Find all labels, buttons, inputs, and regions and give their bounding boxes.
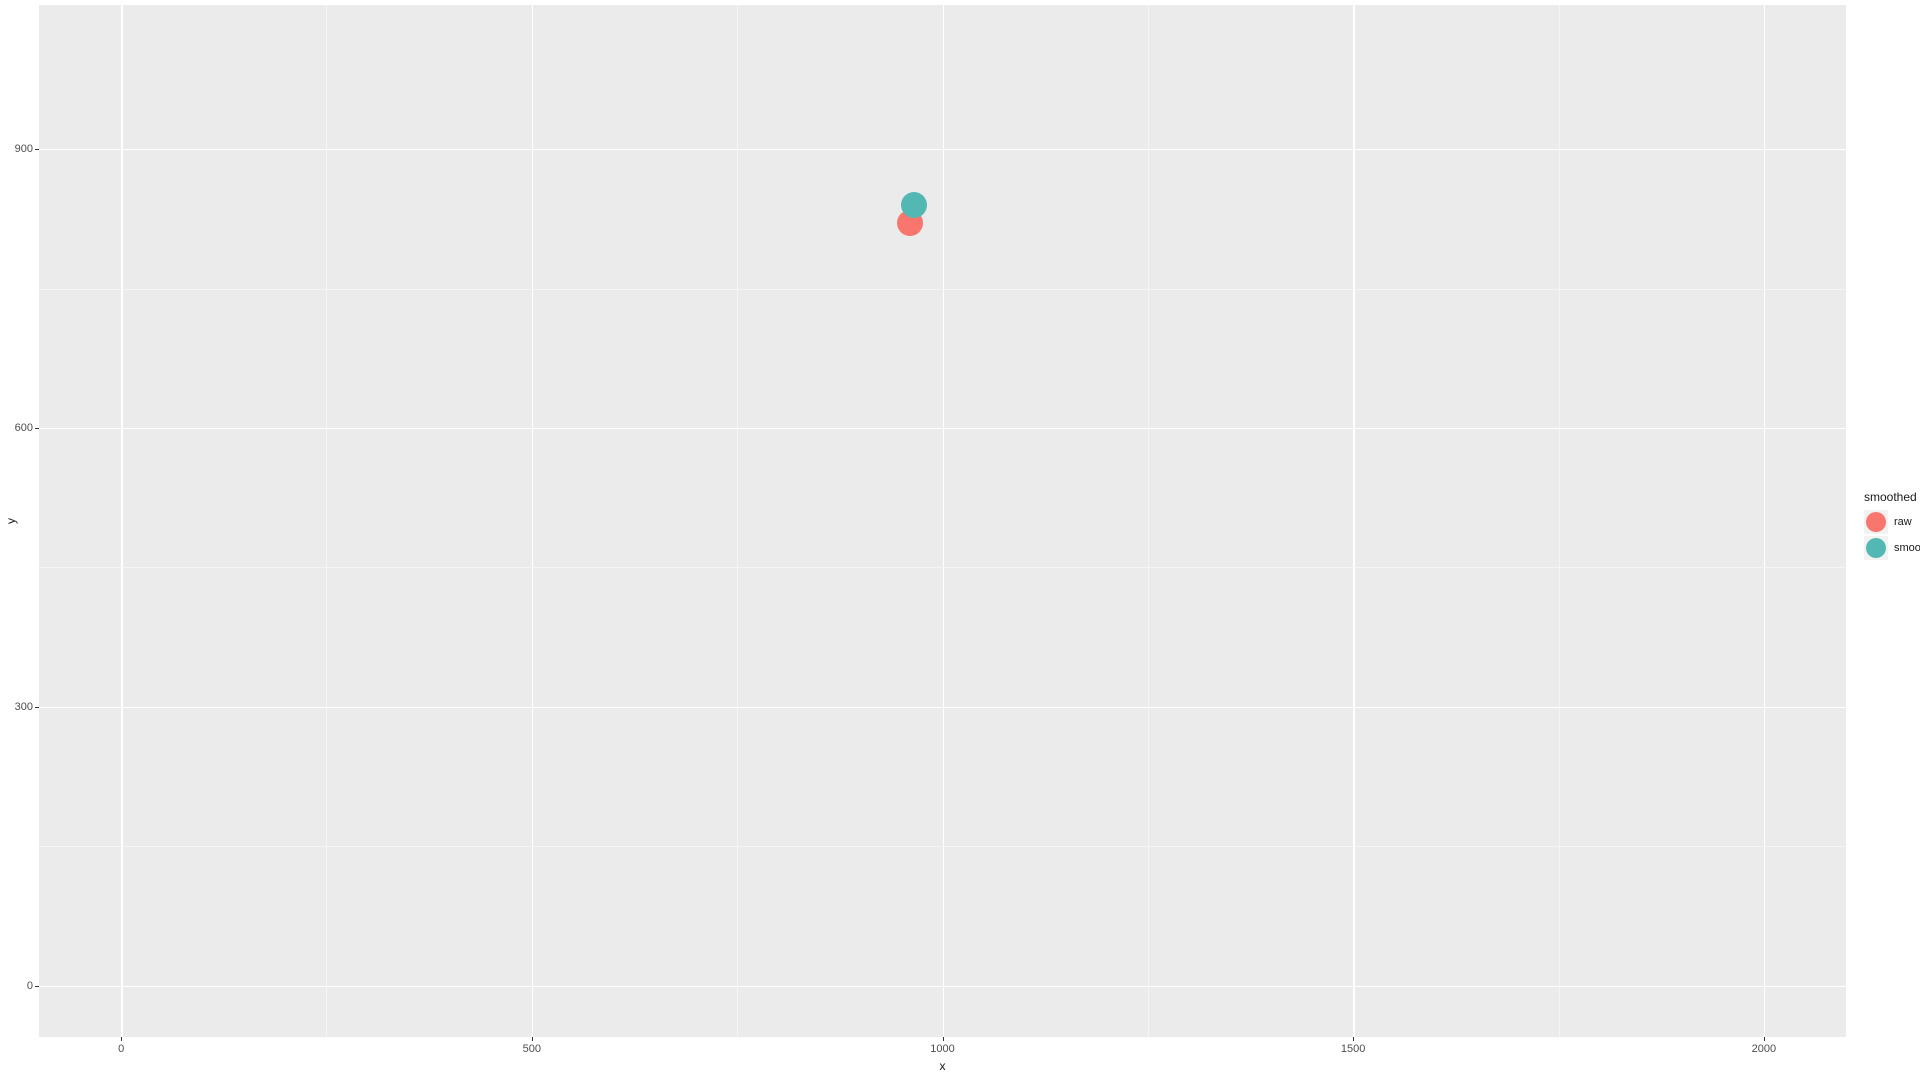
legend: smoothed raw smooth <box>1864 490 1920 562</box>
y-tick-label: 900 <box>15 143 33 155</box>
grid-minor-h <box>39 567 1846 568</box>
grid-minor-v <box>1559 5 1560 1037</box>
x-tick-label: 1500 <box>1341 1043 1365 1055</box>
y-tick-mark <box>35 986 39 987</box>
legend-dot-icon <box>1866 512 1886 532</box>
legend-label: smooth <box>1894 542 1920 554</box>
legend-title: smoothed <box>1864 490 1920 504</box>
grid-major-h <box>39 986 1846 987</box>
grid-major-v <box>1764 5 1765 1037</box>
grid-minor-h <box>39 846 1846 847</box>
legend-dot-icon <box>1866 538 1886 558</box>
grid-minor-v <box>737 5 738 1037</box>
data-point <box>901 192 927 218</box>
grid-minor-v <box>1148 5 1149 1037</box>
grid-major-v <box>532 5 533 1037</box>
grid-minor-v <box>326 5 327 1037</box>
legend-key <box>1864 536 1888 560</box>
y-tick-mark <box>35 428 39 429</box>
x-tick-mark <box>1764 1037 1765 1041</box>
y-tick-label: 300 <box>15 701 33 713</box>
x-tick-mark <box>943 1037 944 1041</box>
x-tick-mark <box>532 1037 533 1041</box>
x-axis-title: x <box>940 1059 946 1073</box>
y-axis-title: y <box>4 518 18 524</box>
legend-item: raw <box>1864 510 1920 534</box>
legend-item: smooth <box>1864 536 1920 560</box>
grid-major-h <box>39 707 1846 708</box>
legend-key <box>1864 510 1888 534</box>
plot-panel <box>39 5 1846 1037</box>
y-tick-mark <box>35 707 39 708</box>
grid-major-v <box>1353 5 1354 1037</box>
x-tick-label: 0 <box>118 1043 124 1055</box>
y-tick-label: 0 <box>27 980 33 992</box>
x-tick-mark <box>121 1037 122 1041</box>
grid-major-v <box>121 5 122 1037</box>
grid-minor-h <box>39 289 1846 290</box>
chart-stage: x y smoothed raw smooth 0 500 1000 1500 2000 0… <box>0 0 1920 1080</box>
y-tick-mark <box>35 149 39 150</box>
x-tick-mark <box>1353 1037 1354 1041</box>
grid-major-v <box>943 5 944 1037</box>
y-tick-label: 600 <box>15 422 33 434</box>
x-tick-label: 1000 <box>930 1043 954 1055</box>
grid-major-h <box>39 428 1846 429</box>
x-tick-label: 500 <box>523 1043 541 1055</box>
legend-label: raw <box>1894 516 1912 528</box>
x-tick-label: 2000 <box>1752 1043 1776 1055</box>
grid-major-h <box>39 149 1846 150</box>
